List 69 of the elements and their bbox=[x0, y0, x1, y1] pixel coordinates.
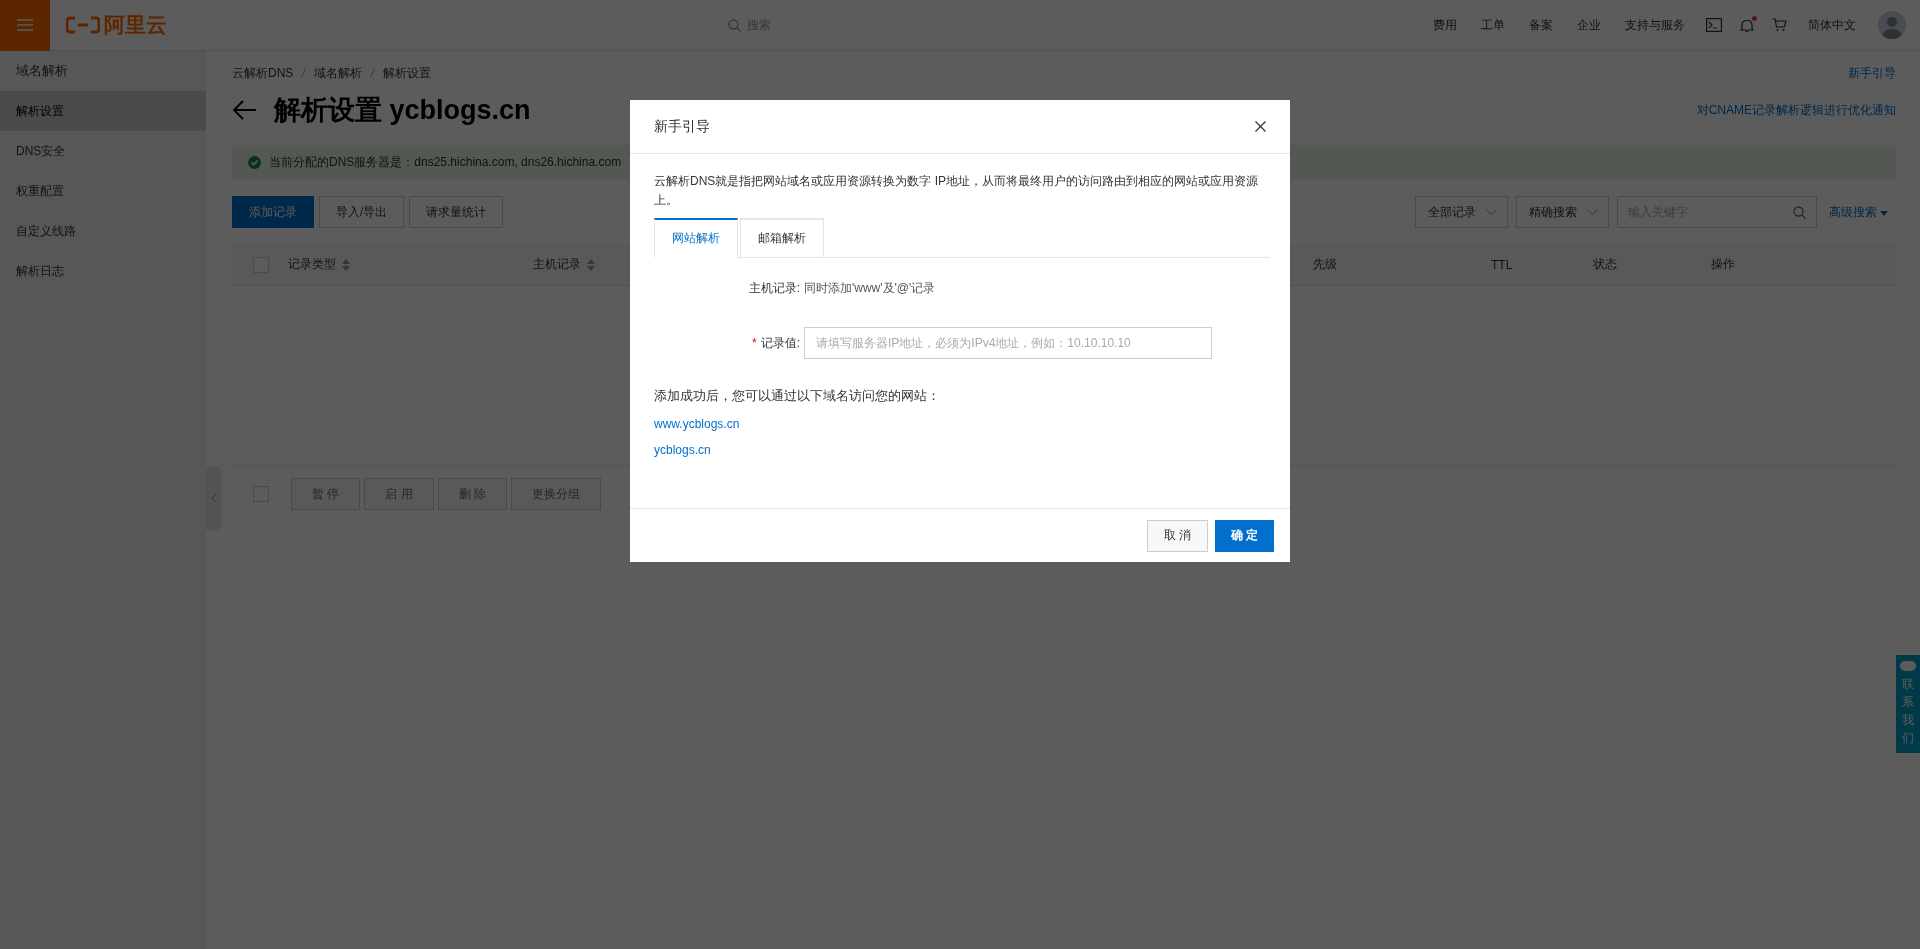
column-header: 记录类型 bbox=[288, 256, 336, 273]
cancel-button[interactable]: 取 消 bbox=[1147, 519, 1208, 552]
chevron-down-icon bbox=[1485, 208, 1497, 216]
dialog-tab[interactable]: 网站解析 bbox=[654, 218, 738, 258]
chevron-left-icon bbox=[211, 493, 217, 503]
sort-icon[interactable] bbox=[587, 258, 595, 271]
back-arrow-icon[interactable] bbox=[232, 100, 256, 120]
domain-link[interactable]: ycblogs.cn bbox=[654, 443, 711, 457]
breadcrumb-link[interactable]: 域名解析 bbox=[314, 64, 363, 82]
required-mark: * bbox=[752, 335, 757, 350]
filter-select[interactable]: 精确搜索 bbox=[1515, 196, 1609, 228]
result-text: 添加成功后，您可以通过以下域名访问您的网站： bbox=[654, 387, 941, 405]
menu-icon bbox=[17, 19, 33, 31]
breadcrumb-separator bbox=[301, 68, 307, 78]
breadcrumb-separator bbox=[370, 68, 376, 78]
nav-link[interactable]: 费用 bbox=[1433, 16, 1457, 34]
domain-link[interactable]: www.ycblogs.cn bbox=[654, 417, 740, 431]
bracket-logo-icon bbox=[66, 16, 100, 34]
terminal-icon[interactable] bbox=[1706, 18, 1722, 32]
close-icon bbox=[1255, 121, 1266, 132]
contact-tab[interactable]: 联系我们 bbox=[1896, 655, 1920, 753]
column-header: 操作 bbox=[1711, 256, 1735, 273]
host-label: 主机记录: bbox=[747, 280, 801, 297]
bell-icon[interactable] bbox=[1740, 17, 1754, 33]
page-title: 解析设置 ycblogs.cn bbox=[274, 94, 531, 127]
record-value-field[interactable]: 请填写服务器IP地址，必须为IPv4地址，例如：10.10.10.10 bbox=[804, 327, 1212, 359]
search-icon bbox=[1792, 205, 1806, 219]
guide-link[interactable]: 新手引导 bbox=[1848, 64, 1896, 82]
caret-down-icon bbox=[1880, 210, 1888, 216]
sidebar-item[interactable]: 解析日志 bbox=[0, 251, 206, 291]
menu-button[interactable] bbox=[0, 0, 50, 51]
column-header: 状态 bbox=[1593, 256, 1617, 273]
chevron-down-icon bbox=[1586, 208, 1598, 216]
language-selector[interactable]: 简体中文 bbox=[1808, 16, 1856, 34]
logo-text: 阿里云 bbox=[104, 12, 167, 38]
dialog-title: 新手引导 bbox=[654, 117, 710, 136]
dialog-tab[interactable]: 邮箱解析 bbox=[740, 218, 824, 258]
action-button[interactable]: 导入/导出 bbox=[319, 196, 405, 228]
close-button[interactable] bbox=[1255, 121, 1266, 132]
breadcrumb-link[interactable]: 解析设置 bbox=[383, 64, 432, 82]
filter-select[interactable]: 全部记录 bbox=[1414, 196, 1508, 228]
sort-icon[interactable] bbox=[342, 258, 350, 271]
notice-link[interactable]: 对CNAME记录解析逻辑进行优化通知 bbox=[1696, 101, 1896, 119]
nav-link[interactable]: 工单 bbox=[1481, 16, 1505, 34]
sidebar-title: 域名解析 bbox=[15, 62, 69, 80]
record-value-label: 记录值: bbox=[760, 335, 800, 350]
check-circle-icon bbox=[248, 155, 261, 169]
column-header: TTL bbox=[1491, 257, 1513, 272]
column-header: 先级 bbox=[1313, 256, 1337, 273]
action-button[interactable]: 请求量统计 bbox=[409, 196, 504, 228]
cart-icon[interactable] bbox=[1772, 18, 1787, 32]
nav-link[interactable]: 企业 bbox=[1577, 16, 1601, 34]
search-icon bbox=[727, 18, 741, 32]
host-value: 同时添加'www'及'@'记录 bbox=[804, 280, 936, 297]
user-avatar[interactable] bbox=[1878, 11, 1906, 39]
advanced-search-link[interactable]: 高级搜索 bbox=[1828, 203, 1888, 221]
nav-link[interactable]: 备案 bbox=[1529, 16, 1553, 34]
action-button[interactable]: 添加记录 bbox=[232, 196, 314, 228]
sidebar-item[interactable]: DNS安全 bbox=[0, 131, 206, 171]
sidebar-item[interactable]: 自定义线路 bbox=[0, 211, 206, 251]
sidebar-item[interactable]: 解析设置 bbox=[0, 91, 206, 131]
dialog-description: 云解析DNS就是指把网站域名或应用资源转换为数字 IP地址，从而将最终用户的访问路由到相应的网站或应用资源上。 bbox=[654, 173, 1259, 209]
confirm-button[interactable]: 确 定 bbox=[1215, 519, 1274, 552]
chat-icon bbox=[1900, 661, 1916, 671]
alert-text: 当前分配的DNS服务器是：dns25.hichina.com, dns26.hichina.com bbox=[269, 153, 622, 171]
column-header: 主机记录 bbox=[533, 256, 581, 273]
collapse-handle[interactable] bbox=[206, 466, 222, 530]
nav-link[interactable]: 支持与服务 bbox=[1625, 16, 1685, 34]
breadcrumb-link[interactable]: 云解析DNS bbox=[232, 64, 294, 82]
